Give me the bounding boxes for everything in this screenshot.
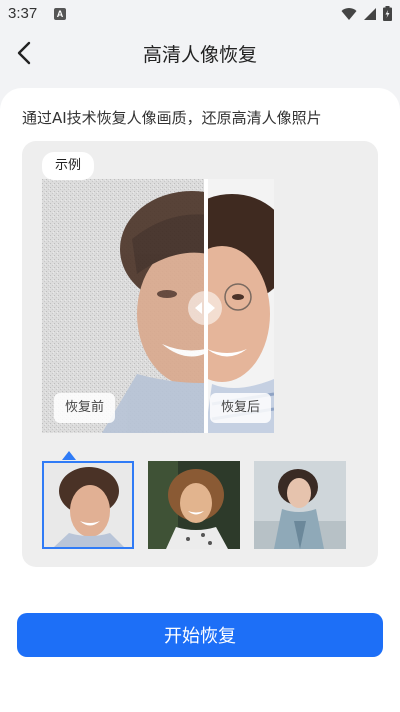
portrait-3-image	[254, 461, 346, 549]
intro-text: 通过AI技术恢复人像画质，还原高清人像照片	[22, 109, 322, 127]
left-right-arrows-icon	[195, 302, 215, 314]
thumbnail-portrait-2[interactable]	[148, 461, 240, 549]
cell-signal-icon	[364, 7, 376, 20]
compare-slider-handle[interactable]	[188, 291, 222, 325]
header: 高清人像恢复	[0, 28, 400, 78]
wifi-icon	[341, 7, 357, 20]
after-label: 恢复后	[210, 393, 272, 423]
thumbnail-portrait-3[interactable]	[254, 461, 346, 549]
portrait-2-image	[148, 461, 240, 549]
before-label: 恢复前	[54, 393, 116, 423]
status-bar: 3:37 A	[0, 0, 400, 28]
battery-icon	[383, 6, 392, 21]
main-card: 通过AI技术恢复人像画质，还原高清人像照片 示例 恢复前 恢复后 开始恢复	[0, 88, 400, 712]
start-restore-button[interactable]: 开始恢复	[17, 613, 383, 657]
thumbnail-portrait-1[interactable]	[42, 461, 134, 549]
portrait-1-image	[44, 463, 132, 547]
status-icons	[341, 6, 392, 21]
notification-icon: A	[54, 8, 66, 20]
demo-tag: 示例	[42, 152, 94, 180]
thumbnail-row	[42, 461, 358, 551]
demo-panel: 示例 恢复前 恢复后	[22, 141, 378, 567]
status-time: 3:37	[8, 5, 38, 22]
page-title: 高清人像恢复	[142, 44, 257, 66]
selected-pointer	[62, 451, 76, 460]
